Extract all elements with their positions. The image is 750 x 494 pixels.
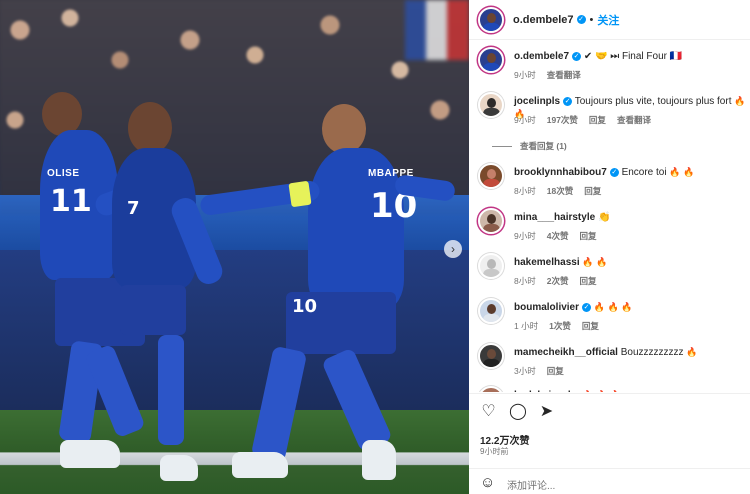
jersey-name-olise: OLISE	[47, 168, 80, 179]
verified-icon: ✓	[609, 167, 619, 177]
translate-button[interactable]: 查看翻译	[547, 70, 581, 80]
comment-likes[interactable]: 4次赞	[547, 231, 569, 241]
fire-emoji-icon: 🔥 🔥 🔥	[593, 302, 633, 312]
commenter-avatar[interactable]	[478, 386, 504, 392]
comment-text: Toujours plus vite, toujours plus fort	[574, 96, 732, 107]
comment-likes[interactable]: 197次赞	[547, 115, 578, 125]
comment-username[interactable]: badakaissake	[514, 390, 579, 392]
comment-likes[interactable]: 2次赞	[547, 276, 569, 286]
heart-icon[interactable]: ♡	[480, 403, 497, 421]
owner-avatar[interactable]	[478, 6, 504, 33]
shorts-number-mbappe: 10	[292, 296, 318, 317]
post-header: o.dembele7 ✓ • 关注	[469, 0, 750, 40]
comment-time: 9小时	[514, 231, 536, 241]
next-photo-button[interactable]: ›	[444, 240, 462, 258]
reply-button[interactable]: 回复	[547, 366, 564, 376]
translate-button[interactable]: 查看翻译	[617, 115, 651, 125]
comment-text: Encore toi	[621, 167, 667, 178]
post-side-panel: o.dembele7 ✓ • 关注 o.dembele7 ✓ ✔ 🤝 ⏭ Fina…	[469, 0, 750, 494]
comment-time: 8小时	[514, 276, 536, 286]
fire-emoji-icon: 🔥 🔥	[582, 257, 608, 267]
jersey-number-dembele: 7	[127, 198, 140, 219]
player-mbappe-head	[322, 104, 366, 154]
comment-username[interactable]: hakemelhassi	[514, 257, 580, 268]
like-count[interactable]: 12.2万次赞	[480, 432, 529, 447]
reply-button[interactable]: 回复	[579, 276, 596, 286]
reply-button[interactable]: 回复	[589, 115, 606, 125]
comment-time: 9小时	[514, 115, 536, 125]
reply-button[interactable]: 回复	[584, 186, 601, 196]
comment-time: 3小时	[514, 366, 536, 376]
comment-username[interactable]: boumalolivier	[514, 302, 579, 313]
comment-likes[interactable]: 18次赞	[547, 186, 573, 196]
comment-icon[interactable]: ◯	[509, 403, 527, 421]
commenter-avatar[interactable]	[478, 298, 504, 324]
comment-input[interactable]: 添加评论...	[507, 477, 555, 492]
player-olise-boot	[60, 440, 120, 468]
player-dembele-leg	[158, 335, 184, 445]
view-replies-button[interactable]: 查看回复 (1)	[520, 140, 567, 152]
comment-likes[interactable]: 1次赞	[549, 321, 571, 331]
comment-username[interactable]: jocelinpls	[514, 96, 560, 107]
comment-time: 1 小时	[514, 321, 539, 331]
commenter-avatar[interactable]	[478, 163, 504, 189]
french-flag	[405, 0, 469, 60]
player-dembele-boot	[160, 455, 198, 481]
commenter-avatar[interactable]	[478, 343, 504, 369]
add-comment-bar: ☺ 添加评论...	[469, 468, 750, 494]
commenter-avatar[interactable]	[478, 92, 504, 118]
comments-list[interactable]: o.dembele7 ✓ ✔ 🤝 ⏭ Final Four 🇫🇷 9小时 查看翻译 …	[469, 41, 750, 392]
separator-dot: •	[589, 13, 594, 26]
jersey-number-olise: 11	[50, 184, 92, 219]
captain-armband	[288, 180, 312, 208]
fire-emoji-icon: 🔥 🔥	[669, 167, 695, 177]
verified-icon: ✓	[572, 51, 582, 61]
reply-button[interactable]: 回复	[579, 231, 596, 241]
caption-text: ✔ 🤝 ⏭ Final Four 🇫🇷	[583, 51, 683, 62]
follow-button[interactable]: 关注	[597, 12, 619, 28]
player-dembele-shorts	[120, 285, 186, 335]
commenter-avatar[interactable]	[478, 208, 504, 234]
post-actions: ♡ ◯ ➤ 12.2万次赞 9小时前 ☺ 添加评论...	[469, 393, 750, 494]
post-time: 9小时前	[480, 447, 509, 456]
caption-time: 9小时	[514, 70, 536, 80]
send-icon[interactable]: ➤	[538, 403, 555, 421]
reply-button[interactable]: 回复	[582, 321, 599, 331]
smiley-icon[interactable]: ☺	[480, 474, 495, 491]
owner-username[interactable]: o.dembele7	[513, 14, 574, 26]
caption-username[interactable]: o.dembele7	[514, 51, 569, 62]
verified-icon: ✓	[582, 302, 592, 312]
fire-emoji-icon: 🔥	[686, 347, 698, 357]
player-mbappe-boot	[232, 452, 288, 478]
clap-emoji-icon: 👏	[597, 212, 611, 223]
comment-username[interactable]: mamecheikh__official	[514, 347, 618, 358]
comment-username[interactable]: mina___hairstyle	[514, 212, 595, 223]
comment-text: Bouzzzzzzzzz	[620, 347, 684, 358]
fire-emoji-icon: 🔥 🔥 🔥	[582, 390, 621, 392]
comment-username[interactable]: brooklynnhabibou7	[514, 167, 607, 178]
verified-icon: ✓	[563, 96, 573, 106]
commenter-avatar[interactable]	[478, 253, 504, 279]
post-photo[interactable]: OLISE 11 7 MBAPPE 10 10 ›	[0, 0, 469, 494]
owner-avatar[interactable]	[478, 47, 504, 73]
player-mbappe-boot	[362, 440, 396, 480]
verified-icon: ✓	[576, 15, 586, 24]
player-dembele-head	[128, 102, 172, 154]
comment-time: 8小时	[514, 186, 536, 196]
